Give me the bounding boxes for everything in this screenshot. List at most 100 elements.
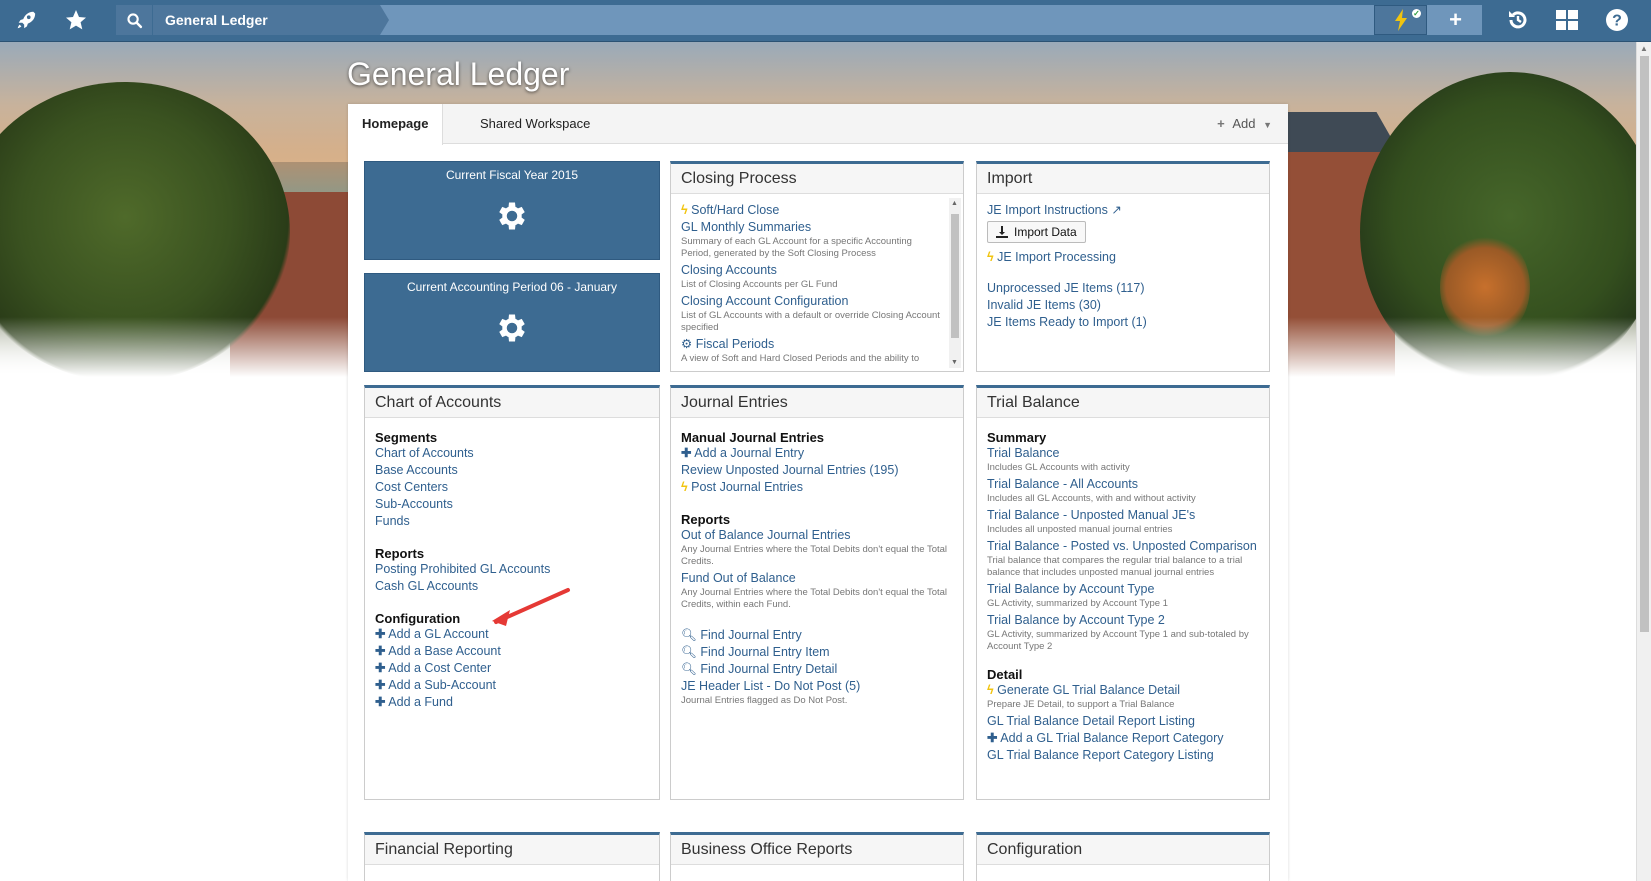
plus-icon: ✚: [375, 695, 386, 709]
tile-accounting-period[interactable]: Current Accounting Period 06 - January: [364, 273, 660, 372]
link-gl-monthly-summaries[interactable]: GL Monthly Summaries: [681, 219, 943, 236]
plus-icon: ✚: [375, 661, 386, 675]
scrollbar-thumb[interactable]: [1640, 56, 1649, 632]
lightning-icon: ϟ: [681, 203, 688, 217]
add-label: Add: [1232, 116, 1256, 131]
grid-icon[interactable]: [1545, 0, 1589, 40]
link-find-journal-entry[interactable]: 🔍︎ Find Journal Entry: [681, 627, 953, 644]
link-closing-accounts[interactable]: Closing Accounts: [681, 262, 943, 279]
help-icon[interactable]: ?: [1595, 0, 1639, 40]
link-trial-balance-by-type-2[interactable]: Trial Balance by Account Type 2: [987, 612, 1259, 629]
link-je-import-processing[interactable]: ϟ JE Import Processing: [987, 249, 1259, 266]
link-je-header-list[interactable]: JE Header List - Do Not Post (5): [681, 678, 953, 695]
tab-homepage[interactable]: Homepage: [348, 104, 444, 145]
plus-icon: ✚: [375, 644, 386, 658]
link-add-cost-center[interactable]: ✚ Add a Cost Center: [375, 660, 649, 677]
scroll-up-arrow-icon[interactable]: ▲: [1640, 44, 1648, 53]
search-icon[interactable]: [116, 5, 153, 35]
top-navigation-bar: General Ledger ✓ + ?: [0, 0, 1651, 42]
link-out-of-balance[interactable]: Out of Balance Journal Entries: [681, 527, 953, 544]
star-icon[interactable]: [54, 0, 98, 40]
link-fiscal-periods[interactable]: ⚙ Fiscal Periods: [681, 336, 943, 353]
breadcrumb-current[interactable]: General Ledger: [153, 5, 380, 35]
link-add-tb-report-category[interactable]: ✚ Add a GL Trial Balance Report Category: [987, 730, 1259, 747]
link-add-fund[interactable]: ✚ Add a Fund: [375, 694, 649, 711]
link-find-journal-entry-detail[interactable]: 🔍︎ Find Journal Entry Detail: [681, 661, 953, 678]
link-tb-report-category-listing[interactable]: GL Trial Balance Report Category Listing: [987, 747, 1259, 764]
scroll-down-arrow-icon[interactable]: ▼: [951, 359, 958, 366]
link-description: A view of Soft and Hard Closed Periods a…: [681, 353, 920, 364]
plus-icon: ✚: [987, 731, 998, 745]
link-unprocessed-je-items[interactable]: Unprocessed JE Items (117): [987, 280, 1259, 297]
link-label: Fiscal Periods: [695, 337, 775, 351]
link-chart-of-accounts[interactable]: Chart of Accounts: [375, 445, 649, 462]
link-add-journal-entry[interactable]: ✚ Add a Journal Entry: [681, 445, 953, 462]
link-description: Summary of each GL Account for a specifi…: [681, 236, 912, 259]
import-data-button[interactable]: Import Data: [987, 221, 1086, 243]
widget-import: Import JE Import Instructions ↗ Import D…: [976, 161, 1270, 372]
section-heading: Reports: [681, 512, 731, 527]
svg-text:?: ?: [1612, 13, 1622, 30]
link-label: Generate GL Trial Balance Detail: [997, 683, 1181, 697]
link-funds[interactable]: Funds: [375, 513, 649, 530]
link-label: Find Journal Entry Item: [700, 645, 830, 659]
link-label: JE Items Ready to Import: [987, 315, 1129, 329]
scrollbar-thumb[interactable]: [951, 214, 959, 338]
link-trial-balance-unposted[interactable]: Trial Balance - Unposted Manual JE's: [987, 507, 1259, 524]
link-invalid-je-items[interactable]: Invalid JE Items (30): [987, 297, 1259, 314]
lightning-icon: ϟ: [681, 480, 688, 494]
tab-shared-workspace[interactable]: Shared Workspace: [466, 104, 604, 144]
section-heading: Summary: [987, 430, 1047, 445]
widget-journal-entries: Journal Entries Manual Journal Entries ✚…: [670, 385, 964, 800]
tile-fiscal-year[interactable]: Current Fiscal Year 2015: [364, 161, 660, 260]
count-badge: (30): [1078, 298, 1101, 312]
link-trial-balance-comparison[interactable]: Trial Balance - Posted vs. Unposted Comp…: [987, 538, 1259, 555]
link-find-journal-entry-item[interactable]: 🔍︎ Find Journal Entry Item: [681, 644, 953, 661]
link-description: Includes all GL Accounts, with and witho…: [987, 493, 1196, 504]
link-label: Add a Sub-Account: [388, 678, 496, 692]
link-je-items-ready[interactable]: JE Items Ready to Import (1): [987, 314, 1259, 331]
link-trial-balance[interactable]: Trial Balance: [987, 445, 1259, 462]
link-cost-centers[interactable]: Cost Centers: [375, 479, 649, 496]
add-dropdown-button[interactable]: + Add ▼: [1217, 104, 1272, 144]
gear-icon: ⚙: [681, 337, 693, 351]
link-sub-accounts[interactable]: Sub-Accounts: [375, 496, 649, 513]
scroll-up-arrow-icon[interactable]: ▲: [951, 200, 958, 207]
link-je-import-instructions[interactable]: JE Import Instructions ↗: [987, 202, 1259, 219]
widget-title: Trial Balance: [977, 388, 1269, 418]
link-base-accounts[interactable]: Base Accounts: [375, 462, 649, 479]
link-label: JE Import Instructions: [987, 203, 1108, 217]
gear-icon: [494, 310, 530, 349]
link-description: List of Closing Accounts per GL Fund: [681, 279, 838, 290]
link-label: Unprocessed JE Items: [987, 281, 1113, 295]
lightning-icon[interactable]: ✓: [1374, 5, 1427, 35]
page-scrollbar[interactable]: ▲: [1636, 42, 1651, 881]
link-soft-hard-close[interactable]: ϟ Soft/Hard Close: [681, 202, 943, 219]
widget-configuration: Configuration: [976, 832, 1270, 881]
section-heading: Detail: [987, 667, 1023, 682]
widget-scrollbar[interactable]: ▲ ▼: [949, 198, 961, 368]
plus-icon: +: [1217, 116, 1225, 131]
link-posting-prohibited[interactable]: Posting Prohibited GL Accounts: [375, 561, 649, 578]
link-add-base-account[interactable]: ✚ Add a Base Account: [375, 643, 649, 660]
breadcrumb: General Ledger: [116, 5, 1482, 35]
rocket-icon[interactable]: [4, 0, 48, 40]
history-icon[interactable]: [1496, 0, 1540, 40]
widget-business-office-reports: Business Office Reports: [670, 832, 964, 881]
caret-down-icon: ▼: [1263, 120, 1272, 130]
tile-accounting-period-label: Current Accounting Period 06 - January: [406, 280, 618, 294]
link-add-sub-account[interactable]: ✚ Add a Sub-Account: [375, 677, 649, 694]
link-tb-detail-report-listing[interactable]: GL Trial Balance Detail Report Listing: [987, 713, 1259, 730]
link-review-unposted[interactable]: Review Unposted Journal Entries (195): [681, 462, 953, 479]
plus-icon[interactable]: +: [1429, 5, 1482, 35]
link-generate-tb-detail[interactable]: ϟ Generate GL Trial Balance Detail: [987, 682, 1259, 699]
link-description: Includes GL Accounts with activity: [987, 462, 1130, 473]
link-label: Find Journal Entry: [700, 628, 802, 642]
link-label: Add a Cost Center: [388, 661, 492, 675]
link-post-journal-entries[interactable]: ϟ Post Journal Entries: [681, 479, 953, 496]
link-fund-out-of-balance[interactable]: Fund Out of Balance: [681, 570, 953, 587]
lightning-icon: ϟ: [987, 683, 994, 697]
link-closing-account-configuration[interactable]: Closing Account Configuration: [681, 293, 943, 310]
link-trial-balance-by-type[interactable]: Trial Balance by Account Type: [987, 581, 1259, 598]
link-trial-balance-all-accounts[interactable]: Trial Balance - All Accounts: [987, 476, 1259, 493]
